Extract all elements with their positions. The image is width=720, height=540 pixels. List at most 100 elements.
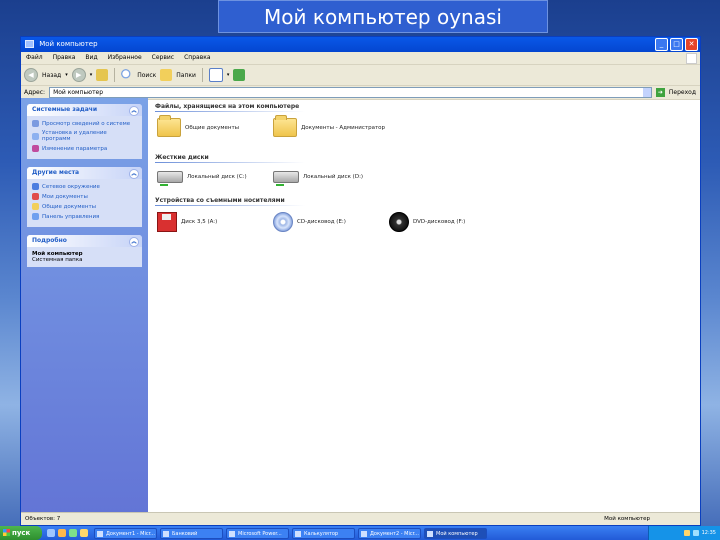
group-divider: [155, 111, 305, 112]
media-player-icon[interactable]: [69, 529, 77, 537]
task-view-system-info[interactable]: Просмотр сведений о системе: [32, 120, 137, 127]
item-cd-e[interactable]: CD-дисковод (E:): [273, 212, 346, 232]
control-panel-icon: [32, 213, 39, 220]
taskbar-item-my-computer[interactable]: Мой компьютер: [424, 527, 487, 539]
window-titlebar[interactable]: Мой компьютер _ □ ✕: [21, 37, 700, 52]
toolbar-separator: [114, 68, 116, 82]
windows-logo-icon: [686, 53, 697, 64]
item-drive-d[interactable]: Локальный диск (D:): [273, 171, 363, 186]
panel-system-tasks: Системные задачи ︽ Просмотр сведений о с…: [27, 104, 142, 159]
collapse-chevron-icon[interactable]: ︽: [129, 237, 139, 247]
address-dropdown-icon[interactable]: [642, 88, 651, 97]
network-icon: [32, 183, 39, 190]
place-my-documents[interactable]: Мои документы: [32, 193, 137, 200]
place-shared-documents[interactable]: Общие документы: [32, 203, 137, 210]
window-title: Мой компьютер: [39, 40, 98, 48]
floppy-disk-icon: [157, 212, 177, 232]
item-dvd-f[interactable]: DVD-дисковод (F:): [389, 212, 465, 232]
dvd-drive-icon: [389, 212, 409, 232]
browser-icon[interactable]: [58, 529, 66, 537]
folders-button-label[interactable]: Папки: [176, 72, 196, 79]
up-folder-icon[interactable]: [96, 69, 109, 81]
menu-view[interactable]: Вид: [85, 52, 97, 64]
place-network[interactable]: Сетевое окружение: [32, 183, 137, 190]
menu-help[interactable]: Справка: [184, 52, 210, 64]
panel-header[interactable]: Другие места ︽: [27, 167, 142, 179]
status-object-count: Объектов: 7: [25, 516, 61, 522]
network-tray-icon[interactable]: [692, 530, 699, 536]
slide-title: Мой компьютер oynasi: [218, 0, 548, 33]
forward-arrow-icon[interactable]: ▶: [71, 68, 86, 82]
go-button-label[interactable]: Переход: [669, 89, 700, 96]
place-control-panel[interactable]: Панель управления: [32, 213, 137, 220]
computer-icon: [25, 40, 34, 48]
menu-tools[interactable]: Сервис: [152, 52, 174, 64]
hard-drive-icon: [273, 171, 299, 186]
close-button[interactable]: ✕: [685, 38, 698, 51]
folder-icon: [32, 193, 39, 200]
content-area: Системные задачи ︽ Просмотр сведений о с…: [21, 98, 700, 513]
taskbar-item-document1[interactable]: Документ1 - Micr...: [94, 527, 157, 539]
task-add-remove-programs[interactable]: Установка и удаление программ: [32, 130, 137, 142]
panel-header[interactable]: Подробно ︽: [27, 235, 142, 247]
go-arrow-icon[interactable]: ➜: [655, 88, 665, 97]
address-input[interactable]: Мой компьютер: [49, 87, 652, 98]
start-button[interactable]: пуск: [0, 526, 42, 540]
group-header: Жесткие диски: [155, 154, 209, 161]
views-icon[interactable]: [208, 68, 223, 82]
desktop-icon[interactable]: [47, 529, 55, 537]
item-drive-c[interactable]: Локальный диск (C:): [157, 171, 247, 186]
email-icon[interactable]: [80, 529, 88, 537]
folders-icon[interactable]: [160, 69, 173, 81]
sync-icon[interactable]: [233, 69, 246, 81]
taskbar-item-document2[interactable]: Документ2 - Micr...: [358, 527, 421, 539]
explorer-window: Мой компьютер _ □ ✕ Файл Правка Вид Избр…: [20, 36, 701, 526]
menu-file[interactable]: Файл: [26, 52, 43, 64]
search-icon[interactable]: [121, 69, 134, 81]
address-label: Адрес:: [24, 89, 46, 96]
back-arrow-icon[interactable]: ◀: [24, 68, 38, 82]
minimize-button[interactable]: _: [655, 38, 668, 51]
group-divider: [155, 205, 305, 206]
item-floppy-a[interactable]: Диск 3,5 (A:): [157, 212, 217, 232]
status-location: Мой компьютер: [604, 516, 650, 522]
collapse-chevron-icon[interactable]: ︽: [129, 169, 139, 179]
status-bar: Объектов: 7 Мой компьютер: [21, 512, 700, 525]
quick-launch: [47, 529, 88, 537]
search-label[interactable]: Поиск: [137, 72, 156, 79]
folder-icon: [273, 115, 297, 137]
info-icon: [32, 120, 39, 127]
system-tray: 12:35: [648, 526, 720, 540]
panel-other-places: Другие места ︽ Сетевое окружение Мои док…: [27, 167, 142, 227]
toolbar-separator: [201, 68, 203, 82]
folder-icon: [157, 115, 181, 137]
details-type: Системная папка: [32, 257, 83, 263]
file-view: Файлы, хранящиеся на этом компьютере Общ…: [148, 98, 700, 513]
group-divider: [155, 162, 305, 163]
dropdown-arrow-icon[interactable]: ▾: [227, 72, 230, 78]
taskbar-item-banking[interactable]: Банковий: [160, 527, 223, 539]
dropdown-arrow-icon[interactable]: ▾: [90, 72, 93, 78]
taskbar-item-calculator[interactable]: Калькулятор: [292, 527, 355, 539]
taskbar-item-powerpoint[interactable]: Microsoft Power...: [226, 527, 289, 539]
folder-icon: [32, 203, 39, 210]
task-pane: Системные задачи ︽ Просмотр сведений о с…: [21, 98, 148, 513]
dropdown-arrow-icon[interactable]: ▾: [65, 72, 68, 78]
clock[interactable]: 12:35: [702, 530, 716, 536]
back-button-label[interactable]: Назад: [42, 72, 61, 79]
task-change-setting[interactable]: Изменение параметра: [32, 145, 137, 152]
menu-favorites[interactable]: Избранное: [108, 52, 142, 64]
menu-edit[interactable]: Правка: [53, 52, 76, 64]
item-admin-documents[interactable]: Документы - Администратор: [273, 115, 385, 137]
toolbar: ◀ Назад ▾ ▶ ▾ Поиск Папки ▾: [21, 65, 700, 86]
group-header: Файлы, хранящиеся на этом компьютере: [155, 103, 300, 110]
maximize-button[interactable]: □: [670, 38, 683, 51]
cd-drive-icon: [273, 212, 293, 232]
volume-icon[interactable]: [683, 530, 690, 536]
hard-drive-icon: [157, 171, 183, 186]
panel-header[interactable]: Системные задачи ︽: [27, 104, 142, 116]
menubar: Файл Правка Вид Избранное Сервис Справка: [21, 52, 700, 65]
collapse-chevron-icon[interactable]: ︽: [129, 106, 139, 116]
taskbar: пуск Документ1 - Micr... Банковий Micros…: [0, 526, 720, 540]
item-shared-documents[interactable]: Общие документы: [157, 115, 239, 137]
